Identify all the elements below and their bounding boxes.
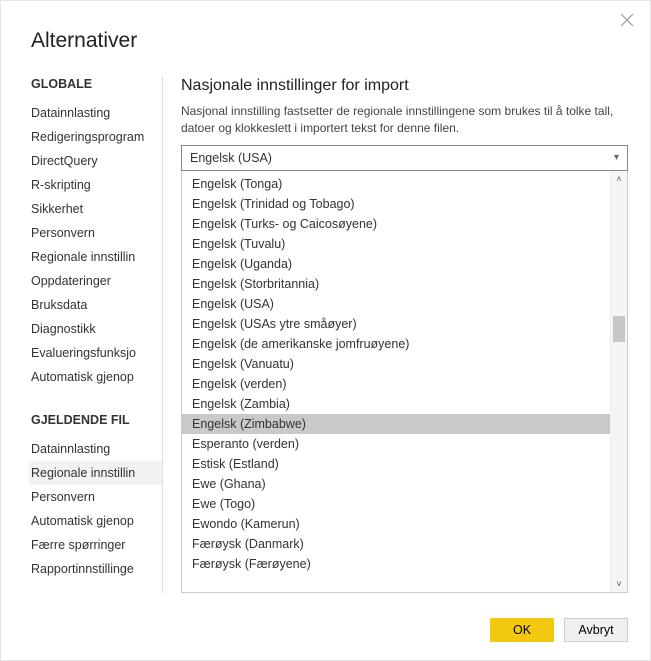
locale-combobox-value: Engelsk (USA) xyxy=(190,151,272,165)
locale-option[interactable]: Ewondo (Kamerun) xyxy=(182,514,610,534)
scroll-down-icon[interactable]: ˅ xyxy=(611,575,627,592)
section-heading: Nasjonale innstillinger for import xyxy=(181,77,628,95)
locale-option[interactable]: Engelsk (Tonga) xyxy=(182,174,610,194)
locale-option[interactable]: Engelsk (Vanuatu) xyxy=(182,354,610,374)
locale-option[interactable]: Engelsk (USAs ytre småøyer) xyxy=(182,314,610,334)
sidebar-item[interactable]: Automatisk gjenop xyxy=(29,509,162,533)
locale-dropdown: Engelsk (Tonga)Engelsk (Trinidad og Toba… xyxy=(181,171,628,593)
dialog-footer: OK Avbryt xyxy=(490,618,628,642)
locale-option[interactable]: Ewe (Ghana) xyxy=(182,474,610,494)
sidebar-item[interactable]: Redigeringsprogram xyxy=(29,125,162,149)
sidebar-section-current-file: GJELDENDE FIL xyxy=(31,413,162,427)
chevron-down-icon: ▾ xyxy=(614,152,619,163)
locale-option[interactable]: Engelsk (Turks- og Caicosøyene) xyxy=(182,214,610,234)
locale-option[interactable]: Engelsk (Uganda) xyxy=(182,254,610,274)
sidebar-item[interactable]: Datainnlasting xyxy=(29,437,162,461)
locale-option[interactable]: Ewe (Togo) xyxy=(182,494,610,514)
sidebar: GLOBALE DatainnlastingRedigeringsprogram… xyxy=(29,77,163,593)
sidebar-item[interactable]: Evalueringsfunksjo xyxy=(29,341,162,365)
sidebar-item[interactable]: Sikkerhet xyxy=(29,197,162,221)
locale-option[interactable]: Færøysk (Danmark) xyxy=(182,534,610,554)
sidebar-item[interactable]: Bruksdata xyxy=(29,293,162,317)
sidebar-section-global: GLOBALE xyxy=(31,77,162,91)
sidebar-item[interactable]: DirectQuery xyxy=(29,149,162,173)
locale-option[interactable]: Estisk (Estland) xyxy=(182,454,610,474)
main-panel: Nasjonale innstillinger for import Nasjo… xyxy=(163,77,628,593)
locale-combobox[interactable]: Engelsk (USA) ▾ xyxy=(181,145,628,171)
locale-option[interactable]: Engelsk (Storbritannia) xyxy=(182,274,610,294)
locale-option[interactable]: Færøysk (Færøyene) xyxy=(182,554,610,574)
locale-option[interactable]: Engelsk (Zambia) xyxy=(182,394,610,414)
close-icon[interactable] xyxy=(620,13,636,29)
sidebar-item[interactable]: Regionale innstillin xyxy=(29,461,162,485)
sidebar-item[interactable]: Rapportinnstillinge xyxy=(29,557,162,581)
section-description: Nasjonal innstilling fastsetter de regio… xyxy=(181,103,628,137)
locale-option[interactable]: Engelsk (verden) xyxy=(182,374,610,394)
scroll-thumb[interactable] xyxy=(613,316,625,342)
locale-option[interactable]: Esperanto (verden) xyxy=(182,434,610,454)
sidebar-item[interactable]: Personvern xyxy=(29,221,162,245)
dialog-title: Alternativer xyxy=(1,1,650,53)
sidebar-item[interactable]: Automatisk gjenop xyxy=(29,365,162,389)
locale-option[interactable]: Engelsk (Zimbabwe) xyxy=(182,414,610,434)
ok-button[interactable]: OK xyxy=(490,618,554,642)
sidebar-item[interactable]: Oppdateringer xyxy=(29,269,162,293)
scrollbar[interactable]: ˄ ˅ xyxy=(610,171,627,592)
sidebar-item[interactable]: Diagnostikk xyxy=(29,317,162,341)
sidebar-item[interactable]: Færre spørringer xyxy=(29,533,162,557)
locale-option[interactable]: Engelsk (Trinidad og Tobago) xyxy=(182,194,610,214)
cancel-button[interactable]: Avbryt xyxy=(564,618,628,642)
locale-option[interactable]: Engelsk (de amerikanske jomfruøyene) xyxy=(182,334,610,354)
sidebar-item[interactable]: Personvern xyxy=(29,485,162,509)
locale-option[interactable]: Engelsk (Tuvalu) xyxy=(182,234,610,254)
sidebar-item[interactable]: R-skripting xyxy=(29,173,162,197)
locale-option[interactable]: Engelsk (USA) xyxy=(182,294,610,314)
sidebar-item[interactable]: Datainnlasting xyxy=(29,101,162,125)
sidebar-item[interactable]: Regionale innstillin xyxy=(29,245,162,269)
scroll-up-icon[interactable]: ˄ xyxy=(611,171,627,188)
